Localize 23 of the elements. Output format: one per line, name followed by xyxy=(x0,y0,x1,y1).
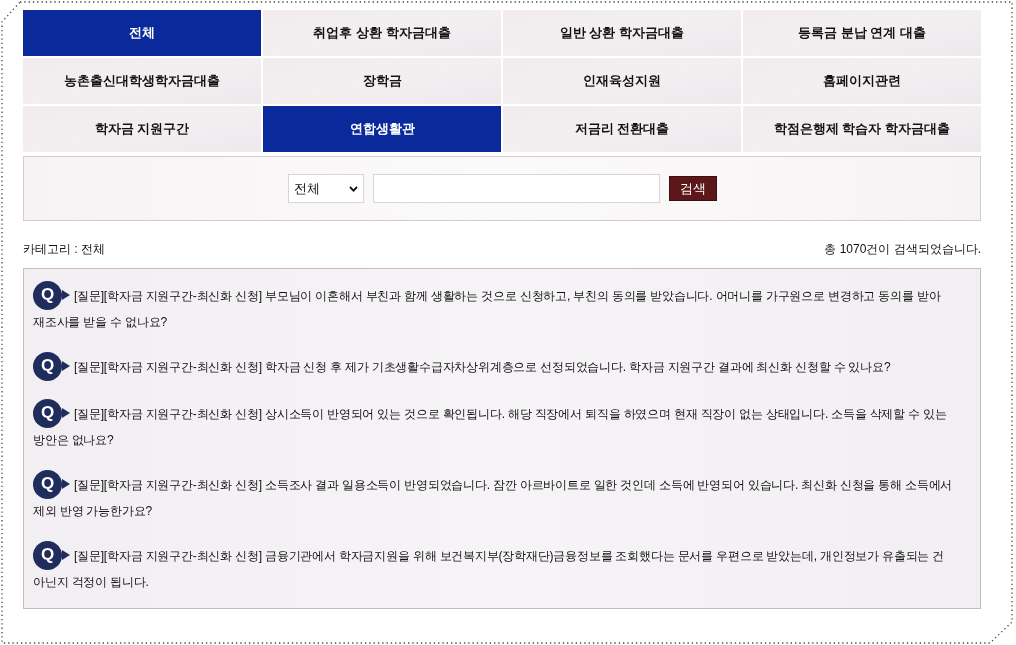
question-link[interactable]: Q [질문][학자금 지원구간-최신화 신청] 학자금 신청 후 제가 기초생활수급자차상위계층으로 선정되었습니다. 학자금 지원구간 결과에 최신화 신청할 수 있나요? xyxy=(33,354,972,381)
category-tab[interactable]: 전체 xyxy=(23,10,261,56)
category-tab[interactable]: 저금리 전환대출 xyxy=(503,106,741,152)
result-count: 총 1070건이 검색되었습니다. xyxy=(824,241,981,258)
category-tab[interactable]: 장학금 xyxy=(263,58,501,104)
category-tab[interactable]: 홈페이지관련 xyxy=(743,58,981,104)
category-tab[interactable]: 농촌출신대학생학자금대출 xyxy=(23,58,261,104)
category-tab[interactable]: 연합생활관 xyxy=(263,106,501,152)
search-button[interactable]: 검색 xyxy=(668,176,717,201)
category-label: 카테고리 : 전체 xyxy=(23,241,105,258)
category-tab[interactable]: 인재육성지원 xyxy=(503,58,741,104)
category-tab[interactable]: 취업후 상환 학자금대출 xyxy=(263,10,501,56)
category-tab[interactable]: 학점은행제 학습자 학자금대출 xyxy=(743,106,981,152)
category-tab[interactable]: 등록금 분납 연계 대출 xyxy=(743,10,981,56)
category-tab[interactable]: 학자금 지원구간 xyxy=(23,106,261,152)
question-link[interactable]: Q [질문][학자금 지원구간-최신화 신청] 소득조사 결과 일용소득이 반영되었습니다. 잠깐 아르바이트로 일한 것인데 소득에 반영되어 있습니다. 최신화 신청을 통해 소득에서 제외 반영 가능한가요? xyxy=(33,472,972,523)
question-link[interactable]: Q [질문][학자금 지원구간-최신화 신청] 금융기관에서 학자금지원을 위해 보건복지부(장학재단)금융정보를 조회했다는 문서를 우편으로 받았는데, 개인정보가 유출되는 건 아닌지 걱정이 됩니다. xyxy=(33,543,972,594)
question-link[interactable]: Q [질문][학자금 지원구간-최신화 신청] 부모님이 이혼해서 부친과 함께 생활하는 것으로 신청하고, 부친의 동의를 받았습니다. 어머니를 가구원으로 변경하고 동의를 받아 재조사를 받을 수 없나요? xyxy=(33,283,972,334)
category-tab[interactable]: 일반 상환 학자금대출 xyxy=(503,10,741,56)
search-field[interactable] xyxy=(372,174,660,203)
chevron-down-icon xyxy=(348,185,358,192)
category-select[interactable]: 전체 xyxy=(287,174,364,203)
question-link[interactable]: Q [질문][학자금 지원구간-최신화 신청] 상시소득이 반영되어 있는 것으로 확인됩니다. 해당 직장에서 퇴직을 하였으며 현재 직장이 없는 상태입니다. 소득을 삭제할 수 있는 방안은 없나요? xyxy=(33,401,972,452)
